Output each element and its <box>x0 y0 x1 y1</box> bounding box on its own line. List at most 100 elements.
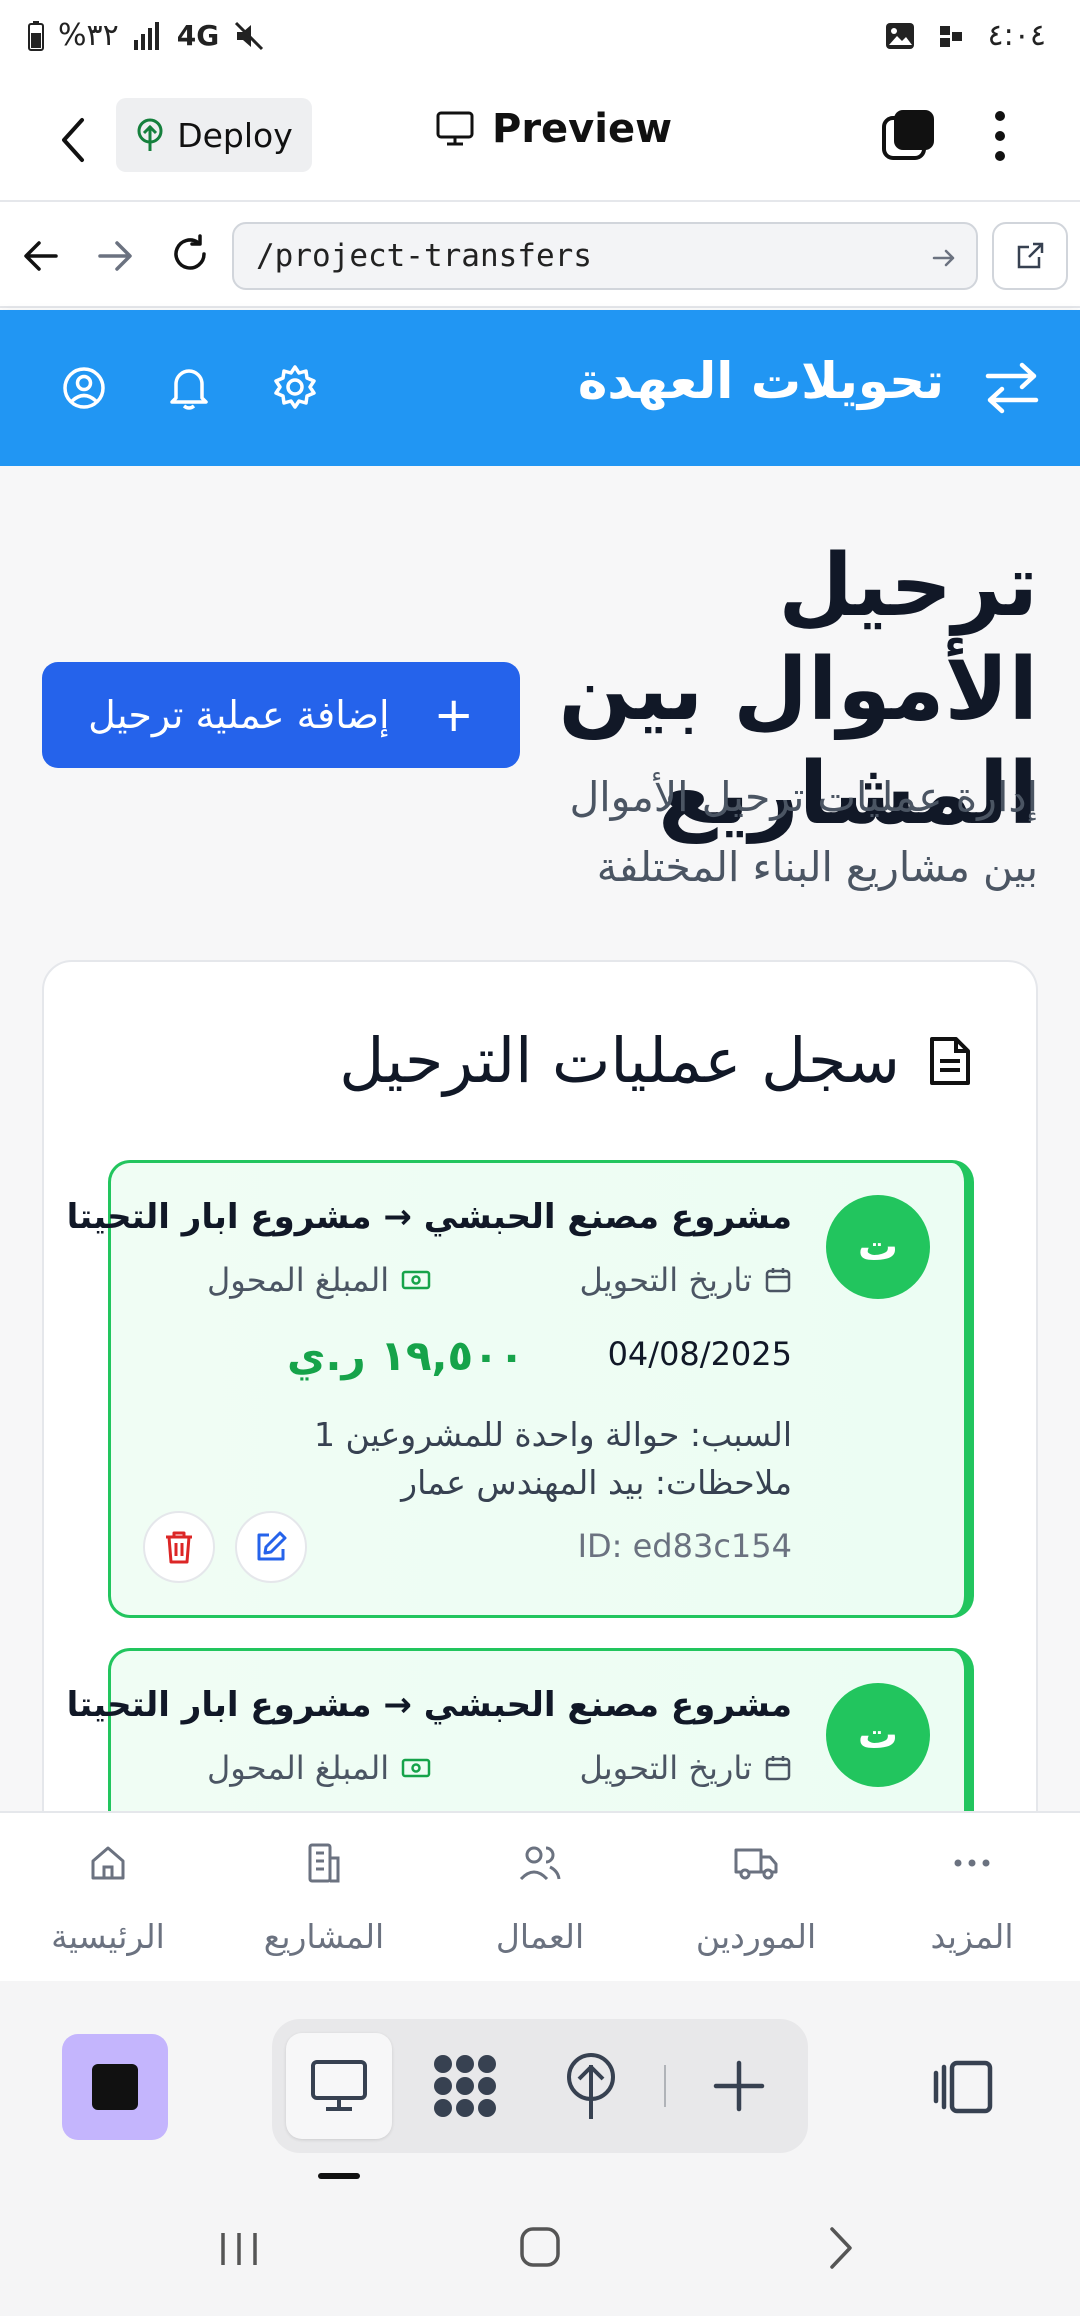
profile-icon[interactable] <box>62 366 106 410</box>
monitor-icon <box>436 111 474 146</box>
main-content[interactable]: ترحيل الأموال بين المشاريع + إضافة عملية… <box>0 466 1080 1811</box>
app-header: تحويلات العهدة <box>0 310 1080 466</box>
plus-icon[interactable] <box>712 2059 766 2113</box>
active-view-indicator <box>318 2173 360 2179</box>
preview-mode-button[interactable] <box>286 2033 392 2139</box>
home-icon <box>91 1846 125 1880</box>
transfer-avatar: ت <box>826 1195 930 1299</box>
transfer-item[interactable]: ت مشروع مصنع الحبشي → مشروع ابار التحيتا… <box>67 1160 974 1618</box>
nav-label: المشاريع <box>263 1917 385 1956</box>
transfer-route: مشروع مصنع الحبشي → مشروع ابار التحيتا <box>66 1685 792 1725</box>
open-external-button[interactable] <box>992 222 1068 290</box>
transfer-date-label: تاريخ التحويل <box>580 1261 792 1299</box>
go-arrow-icon[interactable] <box>932 248 956 268</box>
status-right: ٤:٠٤ <box>884 18 1046 53</box>
ide-toolbar <box>0 1981 1080 2191</box>
users-icon <box>519 1846 561 1881</box>
grid-dots-icon[interactable] <box>432 2053 498 2119</box>
add-transfer-button[interactable]: + إضافة عملية ترحيل <box>42 662 520 768</box>
add-transfer-label: إضافة عملية ترحيل <box>88 693 390 737</box>
banknote-icon <box>401 1270 431 1290</box>
transfer-amount: ١٩,٥٠٠ ر.ي <box>287 1331 525 1380</box>
system-nav-bar <box>0 2191 1080 2316</box>
edit-button[interactable] <box>235 1511 307 1583</box>
transfer-details: السبب: حوالة واحدة للمشروعين 1 ملاحظات: … <box>314 1411 792 1507</box>
transfer-reason: السبب: حوالة واحدة للمشروعين 1 <box>314 1415 792 1454</box>
truck-icon <box>734 1848 778 1880</box>
app-bar: Deploy Preview <box>0 78 1080 202</box>
deploy-icon <box>137 118 163 151</box>
deploy-label: Deploy <box>177 115 293 155</box>
header-title: تحويلات العهدة <box>577 352 944 410</box>
nav-item-projects[interactable]: المشاريع <box>224 1835 424 1956</box>
status-bar: %٣٢ 4G ٤:٠٤ <box>0 0 1080 78</box>
transfer-route: مشروع مصنع الحبشي → مشروع ابار التحيتا <box>66 1197 792 1237</box>
external-link-icon <box>1017 242 1044 269</box>
preview-label: Preview <box>492 106 673 152</box>
back-chevron-icon[interactable] <box>58 116 88 164</box>
stop-square-icon <box>92 2064 138 2110</box>
nav-label: الرئيسية <box>51 1917 165 1956</box>
amount-label-text: المبلغ المحول <box>207 1749 390 1787</box>
delete-button[interactable] <box>143 1511 215 1583</box>
url-input[interactable]: /project-transfers <box>232 222 978 290</box>
clock: ٤:٠٤ <box>987 18 1046 53</box>
sidebar-panel-icon[interactable] <box>932 2059 994 2115</box>
toolbar-divider <box>664 2065 666 2107</box>
bell-icon[interactable] <box>168 364 210 410</box>
more-vert-icon[interactable] <box>992 110 1008 162</box>
plus-icon: + <box>433 687 474 743</box>
app-icon <box>939 25 962 47</box>
transfer-arrows-icon <box>985 362 1039 414</box>
status-left: %٣٢ 4G <box>28 18 265 53</box>
deploy-icon[interactable] <box>564 2051 618 2121</box>
settings-gear-icon[interactable] <box>272 364 318 410</box>
transfer-log-card: سجل عمليات الترحيل ت مشروع مصنع الحبشي →… <box>42 960 1038 1811</box>
mute-icon <box>235 21 264 50</box>
calendar-icon <box>765 1268 791 1293</box>
view-switcher <box>272 2019 808 2153</box>
recents-icon[interactable] <box>218 2229 260 2269</box>
stop-button[interactable] <box>62 2034 168 2140</box>
tabs-icon[interactable] <box>880 108 936 164</box>
nav-item-home[interactable]: الرئيسية <box>8 1835 208 1956</box>
battery-icon <box>28 20 44 51</box>
monitor-icon <box>311 2060 367 2111</box>
nav-forward-icon[interactable] <box>96 238 134 274</box>
amount-label-text: المبلغ المحول <box>207 1261 390 1299</box>
nav-label: العمال <box>495 1917 585 1956</box>
building-icon <box>308 1843 340 1883</box>
url-bar: /project-transfers <box>0 204 1080 308</box>
transfer-amount-label: المبلغ المحول <box>207 1749 431 1787</box>
transfer-avatar: ت <box>826 1683 930 1787</box>
date-label-text: تاريخ التحويل <box>579 1261 752 1299</box>
preview-title[interactable]: Preview <box>436 106 672 152</box>
transfer-id: ID: ed83c154 <box>577 1527 792 1565</box>
card-title-label: سجل عمليات الترحيل <box>339 1024 900 1097</box>
home-button-icon[interactable] <box>518 2225 562 2269</box>
transfer-date: 04/08/2025 <box>607 1335 792 1373</box>
nav-back-icon[interactable] <box>22 238 60 274</box>
document-icon <box>930 1036 970 1085</box>
transfer-amount-label: المبلغ المحول <box>207 1261 431 1299</box>
transfer-item[interactable]: ت مشروع مصنع الحبشي → مشروع ابار التحيتا… <box>67 1648 974 1811</box>
date-label-text: تاريخ التحويل <box>579 1749 752 1787</box>
trash-icon <box>166 1531 192 1564</box>
signal-icon <box>133 21 159 50</box>
back-nav-icon[interactable] <box>826 2225 856 2271</box>
image-icon <box>885 22 914 49</box>
edit-icon <box>257 1531 287 1561</box>
calendar-icon <box>765 1756 791 1781</box>
nav-item-workers[interactable]: العمال <box>440 1835 640 1956</box>
more-icon <box>954 1859 990 1867</box>
transfer-notes: ملاحظات: بيد المهندس عمار <box>401 1463 792 1502</box>
reload-icon[interactable] <box>170 234 210 274</box>
page-subtitle: إدارة عمليات ترحيل الأموال بين مشاريع ال… <box>569 773 1038 891</box>
nav-item-suppliers[interactable]: الموردين <box>656 1835 856 1956</box>
nav-item-more[interactable]: المزيد <box>872 1835 1072 1956</box>
transfer-date-label: تاريخ التحويل <box>580 1749 792 1787</box>
card-title: سجل عمليات الترحيل <box>339 1024 972 1097</box>
nav-label: المزيد <box>930 1917 1014 1956</box>
deploy-button[interactable]: Deploy <box>116 98 312 172</box>
network-type: 4G <box>176 19 220 52</box>
